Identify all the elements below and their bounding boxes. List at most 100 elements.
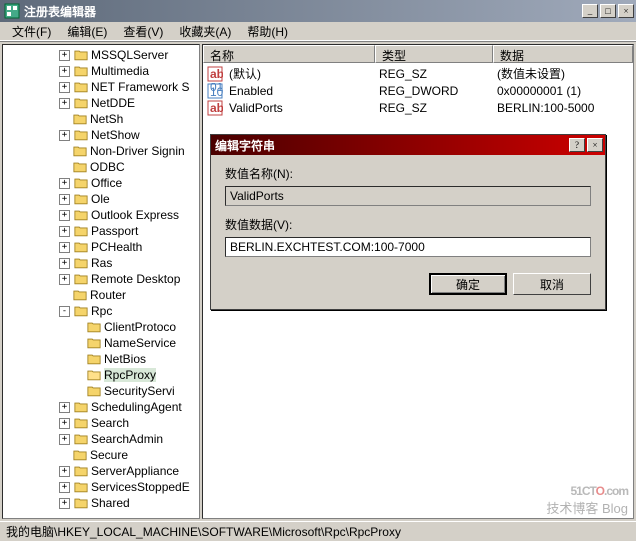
tree-label: SchedulingAgent bbox=[91, 400, 182, 414]
tree-toggle[interactable]: + bbox=[59, 130, 70, 141]
value-name-input bbox=[225, 186, 591, 206]
tree-item[interactable]: Non-Driver Signin bbox=[3, 143, 199, 159]
tree-label: SecurityServi bbox=[104, 384, 175, 398]
list-row[interactable]: 01101001EnabledREG_DWORD0x00000001 (1) bbox=[205, 82, 631, 99]
tree-item[interactable]: NetBios bbox=[3, 351, 199, 367]
dialog-help-button[interactable]: ? bbox=[569, 138, 585, 152]
tree-toggle[interactable]: + bbox=[59, 50, 70, 61]
list-row[interactable]: ab(默认)REG_SZ(数值未设置) bbox=[205, 65, 631, 82]
window-title: 注册表编辑器 bbox=[24, 3, 580, 20]
col-data[interactable]: 数据 bbox=[493, 45, 633, 63]
tree-item[interactable]: + NetDDE bbox=[3, 95, 199, 111]
ok-button[interactable]: 确定 bbox=[429, 273, 507, 295]
value-data-label: 数值数据(V): bbox=[225, 216, 591, 233]
tree-item[interactable]: +NetShow bbox=[3, 127, 199, 143]
tree-toggle[interactable]: + bbox=[59, 498, 70, 509]
menu-view[interactable]: 查看(V) bbox=[115, 21, 171, 42]
tree-item[interactable]: +Ole bbox=[3, 191, 199, 207]
minimize-button[interactable]: _ bbox=[582, 4, 598, 18]
tree-item[interactable]: Secure bbox=[3, 447, 199, 463]
tree-label: Office bbox=[91, 176, 122, 190]
menu-edit[interactable]: 编辑(E) bbox=[59, 21, 115, 42]
close-button[interactable]: × bbox=[618, 4, 634, 18]
tree-toggle[interactable]: + bbox=[59, 258, 70, 269]
tree-toggle[interactable]: + bbox=[59, 210, 70, 221]
tree-item[interactable]: + MSSQLServer bbox=[3, 47, 199, 63]
tree-toggle[interactable]: + bbox=[59, 434, 70, 445]
tree-item[interactable]: +NET Framework S bbox=[3, 79, 199, 95]
folder-icon bbox=[74, 129, 88, 141]
dialog-titlebar[interactable]: 编辑字符串 ? × bbox=[211, 135, 605, 155]
tree-toggle[interactable]: + bbox=[59, 66, 70, 77]
tree-item[interactable]: +Ras bbox=[3, 255, 199, 271]
tree-toggle[interactable]: - bbox=[59, 306, 70, 317]
tree-item[interactable]: NameService bbox=[3, 335, 199, 351]
folder-icon bbox=[74, 417, 88, 429]
folder-icon bbox=[74, 193, 88, 205]
tree-item[interactable]: + SearchAdmin bbox=[3, 431, 199, 447]
folder-icon bbox=[74, 209, 88, 221]
tree-item[interactable]: Router bbox=[3, 287, 199, 303]
tree-item[interactable]: +PCHealth bbox=[3, 239, 199, 255]
cell-data: (数值未设置) bbox=[493, 65, 631, 82]
folder-icon bbox=[87, 321, 101, 333]
tree-item[interactable]: + SchedulingAgent bbox=[3, 399, 199, 415]
tree-toggle[interactable]: + bbox=[59, 418, 70, 429]
tree-label: Multimedia bbox=[91, 64, 149, 78]
menu-help[interactable]: 帮助(H) bbox=[239, 21, 296, 42]
tree-toggle[interactable]: + bbox=[59, 274, 70, 285]
tree-label: Outlook Express bbox=[91, 208, 179, 222]
tree-item[interactable]: + ServerAppliance bbox=[3, 463, 199, 479]
col-type[interactable]: 类型 bbox=[375, 45, 493, 63]
folder-icon bbox=[73, 449, 87, 461]
tree-item[interactable]: + Office bbox=[3, 175, 199, 191]
string-value-icon: ab bbox=[207, 66, 223, 82]
tree-item[interactable]: ClientProtoco bbox=[3, 319, 199, 335]
menu-file[interactable]: 文件(F) bbox=[4, 21, 59, 42]
tree-item[interactable]: RpcProxy bbox=[3, 367, 199, 383]
tree-item[interactable]: SecurityServi bbox=[3, 383, 199, 399]
cell-type: REG_SZ bbox=[375, 101, 493, 115]
tree-item[interactable]: +Passport bbox=[3, 223, 199, 239]
value-data-input[interactable] bbox=[225, 237, 591, 257]
list-header: 名称 类型 数据 bbox=[203, 45, 633, 63]
folder-icon bbox=[74, 97, 88, 109]
tree-toggle[interactable]: + bbox=[59, 466, 70, 477]
tree-label: SearchAdmin bbox=[91, 432, 163, 446]
tree-toggle[interactable]: + bbox=[59, 98, 70, 109]
menu-favorites[interactable]: 收藏夹(A) bbox=[171, 21, 239, 42]
tree-toggle[interactable]: + bbox=[59, 226, 70, 237]
cell-data: 0x00000001 (1) bbox=[493, 84, 631, 98]
tree-label: Remote Desktop bbox=[91, 272, 180, 286]
app-icon bbox=[4, 3, 20, 19]
cell-data: BERLIN:100-5000 bbox=[493, 101, 631, 115]
tree-item[interactable]: NetSh bbox=[3, 111, 199, 127]
tree-item[interactable]: +Shared bbox=[3, 495, 199, 511]
col-name[interactable]: 名称 bbox=[203, 45, 375, 63]
tree-toggle[interactable]: + bbox=[59, 402, 70, 413]
tree-item[interactable]: ODBC bbox=[3, 159, 199, 175]
list-row[interactable]: abValidPortsREG_SZBERLIN:100-5000 bbox=[205, 99, 631, 116]
cell-type: REG_SZ bbox=[375, 67, 493, 81]
tree-label: ServerAppliance bbox=[91, 464, 179, 478]
tree-toggle[interactable]: + bbox=[59, 194, 70, 205]
tree-toggle[interactable]: + bbox=[59, 82, 70, 93]
tree-item[interactable]: +ServicesStoppedE bbox=[3, 479, 199, 495]
tree-item[interactable]: + Multimedia bbox=[3, 63, 199, 79]
registry-tree[interactable]: +MSSQLServer+Multimedia+NET Framework S+… bbox=[2, 44, 200, 519]
dialog-close-button[interactable]: × bbox=[587, 138, 603, 152]
tree-label: NetDDE bbox=[91, 96, 135, 110]
tree-item[interactable]: + Remote Desktop bbox=[3, 271, 199, 287]
maximize-button[interactable]: □ bbox=[600, 4, 616, 18]
cancel-button[interactable]: 取消 bbox=[513, 273, 591, 295]
tree-item[interactable]: +Search bbox=[3, 415, 199, 431]
window-titlebar: 注册表编辑器 _ □ × bbox=[0, 0, 636, 22]
tree-item[interactable]: + Outlook Express bbox=[3, 207, 199, 223]
tree-toggle[interactable]: + bbox=[59, 482, 70, 493]
tree-toggle[interactable]: + bbox=[59, 178, 70, 189]
dialog-title: 编辑字符串 bbox=[215, 137, 567, 154]
tree-toggle[interactable]: + bbox=[59, 242, 70, 253]
tree-item[interactable]: -Rpc bbox=[3, 303, 199, 319]
tree-label: MSSQLServer bbox=[91, 48, 168, 62]
tree-label: ODBC bbox=[90, 160, 125, 174]
